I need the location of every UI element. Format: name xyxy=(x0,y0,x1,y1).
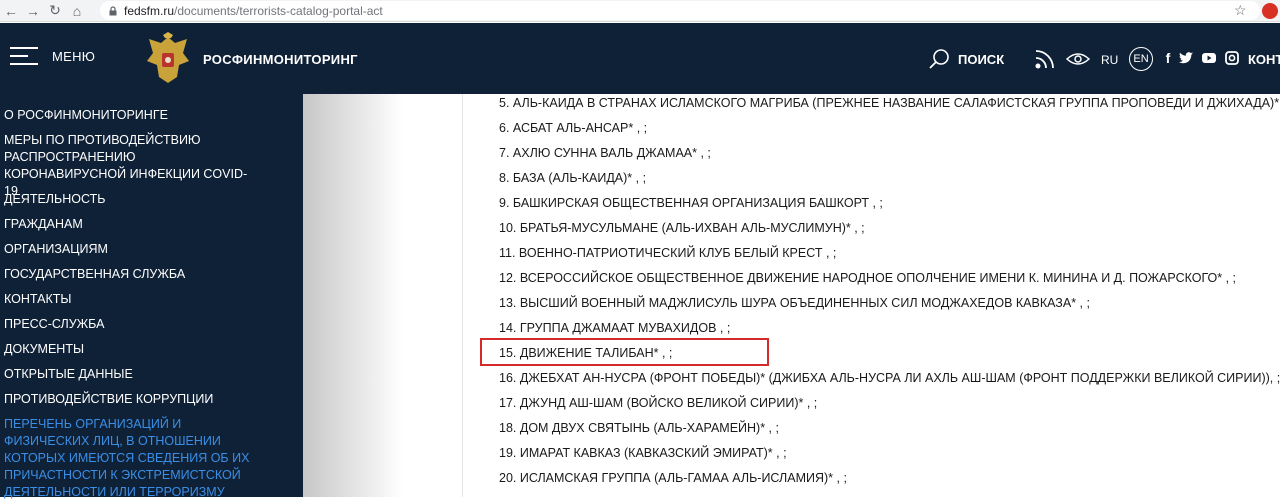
list-item: 16. ДЖЕБХАТ АН-НУСРА (ФРОНТ ПОБЕДЫ)* (ДЖ… xyxy=(499,371,1280,385)
list-item: 11. ВОЕННО-ПАТРИОТИЧЕСКИЙ КЛУБ БЕЛЫЙ КРЕ… xyxy=(499,246,837,260)
url-host: fedsfm.ru xyxy=(124,3,175,18)
sidebar-item-civil-service[interactable]: ГОСУДАРСТВЕННАЯ СЛУЖБА xyxy=(4,266,264,283)
list-item: 9. БАШКИРСКАЯ ОБЩЕСТВЕННАЯ ОРГАНИЗАЦИЯ Б… xyxy=(499,196,883,210)
contacts-link[interactable]: КОНТ xyxy=(1248,52,1280,67)
list-item: 8. БАЗА (АЛЬ-КАИДА)* , ; xyxy=(499,171,647,185)
forward-icon[interactable]: → xyxy=(22,0,44,22)
list-item: 20. ИСЛАМСКАЯ ГРУППА (АЛЬ-ГАМАА АЛЬ-ИСЛА… xyxy=(499,471,847,485)
list-item: 19. ИМАРАТ КАВКАЗ (КАВКАЗСКИЙ ЭМИРАТ)* ,… xyxy=(499,446,787,460)
search-label[interactable]: ПОИСК xyxy=(958,52,1004,67)
sidebar-item-open-data[interactable]: ОТКРЫТЫЕ ДАННЫЕ xyxy=(4,366,264,383)
list-item: 7. АХЛЮ СУННА ВАЛЬ ДЖАМАА* , ; xyxy=(499,146,711,160)
catalog-list: 5. АЛЬ-КАИДА В СТРАНАХ ИСЛАМСКОГО МАГРИБ… xyxy=(462,94,1280,497)
sidebar-nav: О РОСФИНМОНИТОРИНГЕ МЕРЫ ПО ПРОТИВОДЕЙСТ… xyxy=(0,94,403,499)
list-item-highlighted: 15. ДВИЖЕНИЕ ТАЛИБАН* , ; xyxy=(499,346,673,360)
sidebar-item-anticorruption[interactable]: ПРОТИВОДЕЙСТВИЕ КОРРУПЦИИ xyxy=(4,391,264,408)
site-header: МЕНЮ РОСФИНМОНИТОРИНГ ПОИСК RU EN f КОНТ xyxy=(0,23,1280,94)
sidebar-item-terrorists-list[interactable]: ПЕРЕЧЕНЬ ОРГАНИЗАЦИЙ И ФИЗИЧЕСКИХ ЛИЦ, В… xyxy=(4,416,266,501)
list-item: 12. ВСЕРОССИЙСКОЕ ОБЩЕСТВЕННОЕ ДВИЖЕНИЕ … xyxy=(499,271,1237,285)
youtube-icon[interactable] xyxy=(1201,50,1217,66)
url-path: /documents/terrorists-catalog-portal-act xyxy=(174,3,383,18)
sidebar-item-covid[interactable]: МЕРЫ ПО ПРОТИВОДЕЙСТВИЮ РАСПРОСТРАНЕНИЮ … xyxy=(4,132,259,200)
list-item: 13. ВЫСШИЙ ВОЕННЫЙ МАДЖЛИСУЛЬ ШУРА ОБЪЕД… xyxy=(499,296,1090,310)
site-brand-name[interactable]: РОСФИНМОНИТОРИНГ xyxy=(203,52,358,67)
back-icon[interactable]: ← xyxy=(0,0,22,22)
facebook-icon[interactable]: f xyxy=(1160,50,1176,66)
list-item: 17. ДЖУНД АШ-ШАМ (ВОЙСКО ВЕЛИКОЙ СИРИИ)*… xyxy=(499,396,818,410)
twitter-icon[interactable] xyxy=(1178,50,1194,66)
sidebar-item-press[interactable]: ПРЕСС-СЛУЖБА xyxy=(4,316,264,333)
home-icon[interactable]: ⌂ xyxy=(66,0,88,22)
sidebar-item-contacts[interactable]: КОНТАКТЫ xyxy=(4,291,264,308)
menu-label[interactable]: МЕНЮ xyxy=(52,49,95,64)
accessibility-eye-icon[interactable] xyxy=(1066,51,1090,67)
list-item: 6. АСБАТ АЛЬ-АНСАР* , ; xyxy=(499,121,648,135)
list-item: 10. БРАТЬЯ-МУСУЛЬМАНЕ (АЛЬ-ИХВАН АЛЬ-МУС… xyxy=(499,221,865,235)
reload-icon[interactable]: ↻ xyxy=(44,0,66,22)
address-bar[interactable]: fedsfm.ru/documents/terrorists-catalog-p… xyxy=(100,1,1260,20)
language-en[interactable]: EN xyxy=(1129,47,1153,71)
bookmark-star-icon[interactable]: ☆ xyxy=(1234,2,1247,19)
sidebar-item-organizations[interactable]: ОРГАНИЗАЦИЯМ xyxy=(4,241,264,258)
list-item: 14. ГРУППА ДЖАМААТ МУВАХИДОВ , ; xyxy=(499,321,731,335)
instagram-icon[interactable] xyxy=(1224,50,1240,66)
extension-icon[interactable] xyxy=(1262,3,1278,19)
browser-toolbar: ← → ↻ ⌂ fedsfm.ru/documents/terrorists-c… xyxy=(0,0,1280,22)
lock-icon xyxy=(109,5,117,15)
sidebar-item-citizens[interactable]: ГРАЖДАНАМ xyxy=(4,216,264,233)
coat-of-arms-logo[interactable] xyxy=(143,31,193,87)
rss-icon[interactable] xyxy=(1034,48,1056,70)
sidebar-item-documents[interactable]: ДОКУМЕНТЫ xyxy=(4,341,264,358)
search-icon[interactable] xyxy=(928,48,950,70)
sidebar-item-activity[interactable]: ДЕЯТЕЛЬНОСТЬ xyxy=(4,191,264,208)
list-item: 18. ДОМ ДВУХ СВЯТЫНЬ (АЛЬ-ХАРАМЕЙН)* , ; xyxy=(499,421,779,435)
list-item: 5. АЛЬ-КАИДА В СТРАНАХ ИСЛАМСКОГО МАГРИБ… xyxy=(499,96,1280,110)
language-ru[interactable]: RU xyxy=(1101,53,1118,67)
sidebar-item-about[interactable]: О РОСФИНМОНИТОРИНГЕ xyxy=(4,107,264,124)
hamburger-menu-icon[interactable] xyxy=(10,47,38,67)
